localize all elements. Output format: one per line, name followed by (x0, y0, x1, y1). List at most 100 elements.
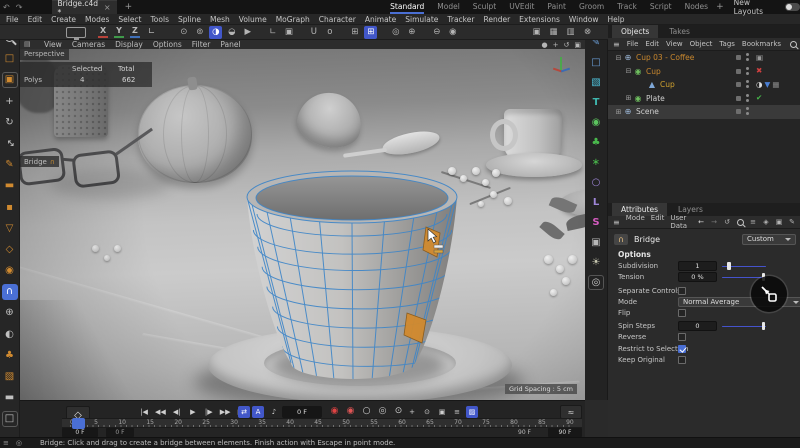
cursor-snap-icon[interactable]: ▶ (241, 26, 254, 39)
close-tab-icon[interactable]: × (104, 3, 111, 12)
layout-toggle[interactable] (785, 3, 800, 11)
disabled-tag-icon[interactable]: ✖ (756, 66, 762, 76)
range-start-field-2[interactable]: 0 F (106, 428, 134, 437)
om-menu-item[interactable]: Object (690, 40, 713, 48)
menu-item[interactable]: Animate (365, 15, 396, 24)
next-frame-button[interactable]: |▶ (203, 406, 215, 418)
keyframe-pla-icon[interactable]: ▨ (466, 406, 478, 418)
expand-toggle-icon[interactable]: ⊟ (624, 67, 633, 75)
spin-steps-slider[interactable] (722, 321, 766, 331)
layers-icon[interactable]: ≡ (3, 439, 9, 447)
menu-item[interactable]: Help (607, 15, 624, 24)
menu-item[interactable]: Volume (239, 15, 267, 24)
add-tab-button[interactable]: + (125, 2, 133, 12)
menu-item[interactable]: Edit (28, 15, 43, 24)
menu-item[interactable]: Simulate (405, 15, 438, 24)
axis-mode-icon[interactable]: ⊕ (2, 305, 18, 321)
options-section-header[interactable]: Options (618, 250, 651, 259)
subdivision-surface-icon[interactable]: ◉ (588, 115, 604, 130)
attr-menu-item[interactable]: User Data (670, 214, 690, 230)
panel-tab[interactable]: Objects (612, 25, 658, 38)
viewport-solo-icon[interactable]: ◎ (389, 26, 402, 39)
subdivision-slider[interactable] (722, 261, 766, 271)
restrict-to-selection-checkbox[interactable] (678, 345, 686, 353)
record-position-button[interactable]: ◎ (376, 405, 389, 418)
expand-toggle-icon[interactable]: ⊞ (614, 108, 623, 116)
phong-tag-icon[interactable]: ◑ (756, 80, 763, 90)
planar-workplane-icon[interactable]: ▣ (282, 26, 295, 39)
lock-icon[interactable]: ◈ (761, 217, 771, 227)
auto-snap-icon[interactable]: ◒ (225, 26, 238, 39)
render-region-icon[interactable]: □ (2, 411, 18, 427)
visibility-dots[interactable] (744, 94, 752, 103)
point-pen-icon[interactable]: ✎ (2, 157, 18, 173)
menu-item[interactable]: Tracker (447, 15, 474, 24)
axis-lock-button[interactable]: X (98, 26, 108, 38)
polygon-mode-icon[interactable]: ◉ (2, 263, 18, 279)
axis-o-icon[interactable]: o (323, 26, 336, 39)
menu-item[interactable]: Mesh (210, 15, 230, 24)
panel-tab[interactable]: Takes (660, 25, 699, 38)
visibility-dots[interactable] (744, 67, 752, 76)
volume-cube-icon[interactable]: ▧ (2, 369, 18, 385)
window-forward-icon[interactable]: ↷ (13, 3, 26, 12)
snap-enable-icon[interactable]: ⊙ (177, 26, 190, 39)
tree-item-plate[interactable]: ⊞ ◉ Plate ✔ (608, 92, 800, 106)
new-layouts-button[interactable]: New Layouts (734, 0, 778, 16)
play-button[interactable]: ▶ (187, 406, 199, 418)
layer-chip[interactable] (736, 82, 741, 87)
next-key-button[interactable]: ▶▶ (219, 406, 232, 418)
om-menu-item[interactable]: File (627, 40, 639, 48)
camera-icon[interactable]: ▣ (588, 235, 604, 250)
move-tool-icon[interactable]: + (2, 94, 18, 110)
uvw-tag-icon[interactable]: ▼ (765, 80, 771, 90)
highlight-icon[interactable]: ◉ (446, 26, 459, 39)
layout-tab[interactable]: Paint (547, 0, 566, 14)
enabled-tag-icon[interactable]: ✔ (756, 93, 762, 103)
workplane-icon[interactable]: ∟ (266, 26, 279, 39)
edited-cup-mesh[interactable] (220, 167, 500, 400)
forward-button[interactable]: → (709, 217, 719, 227)
edge-mode-icon[interactable]: ◇ (2, 242, 18, 258)
display-tag-icon[interactable]: ▣ (756, 53, 763, 63)
tension-value[interactable]: 0 % (678, 272, 717, 282)
texture-tag-icon[interactable]: ▦ (772, 80, 779, 90)
text-primitive-icon[interactable]: T (588, 95, 604, 110)
viewport-menu-item[interactable]: Cameras (72, 40, 105, 49)
material-icon[interactable]: ◎ (588, 275, 604, 290)
menu-item[interactable]: Select (118, 15, 141, 24)
layer-chip[interactable] (736, 69, 741, 74)
layer-chip[interactable] (736, 96, 741, 101)
render-team-icon[interactable]: ▥ (564, 26, 577, 39)
menu-item[interactable]: MoGraph (276, 15, 310, 24)
live-selection-icon[interactable]: □ (2, 51, 18, 67)
current-frame-field[interactable]: 0 F (282, 406, 322, 418)
goto-start-button[interactable]: |◀ (138, 406, 150, 418)
axis-lock-button[interactable]: Z (130, 26, 140, 38)
bend-deformer-icon[interactable]: S (588, 215, 604, 230)
cube-primitive-icon[interactable]: ▧ (588, 75, 604, 90)
attr-menu-item[interactable]: Edit (651, 214, 665, 230)
layout-tab[interactable]: Standard (390, 0, 424, 14)
axis-lock-button[interactable]: Y (114, 26, 124, 38)
viewport-menu-item[interactable]: Panel (220, 40, 240, 49)
quantize-icon[interactable]: ⊞ (364, 26, 377, 39)
render-picture-viewer-icon[interactable]: ▦ (547, 26, 560, 39)
nav-frame-icon[interactable]: ▣ (574, 41, 581, 49)
edge-pen-icon[interactable]: ▬ (2, 178, 18, 194)
burger-icon[interactable]: ≡ (613, 40, 620, 49)
bridge-tool-icon[interactable]: ∩ (2, 284, 18, 300)
keyframe-rotation-icon[interactable]: ▣ (436, 406, 448, 418)
rotate-tool-icon[interactable]: ↻ (2, 115, 18, 131)
layout-tab[interactable]: Sculpt (473, 0, 496, 14)
keyframe-parameter-icon[interactable]: ≡ (451, 406, 463, 418)
filter-icon[interactable]: ≡ (748, 217, 758, 227)
tree-item-cup-sds[interactable]: ⊟ ◉ Cup ✖ (608, 65, 800, 79)
burger-icon[interactable]: ≡ (613, 218, 620, 227)
profile-spline-icon[interactable]: L (588, 195, 604, 210)
tree-item-cup-03-coffee[interactable]: ⊟ ⊕ Cup 03 - Coffee ▣ (608, 51, 800, 65)
autokey-mode-button[interactable]: A (252, 406, 264, 418)
viewport-menu-item[interactable]: Display (115, 40, 143, 49)
viewport-menu-item[interactable]: Filter (192, 40, 211, 49)
prev-frame-button[interactable]: ◀| (171, 406, 183, 418)
